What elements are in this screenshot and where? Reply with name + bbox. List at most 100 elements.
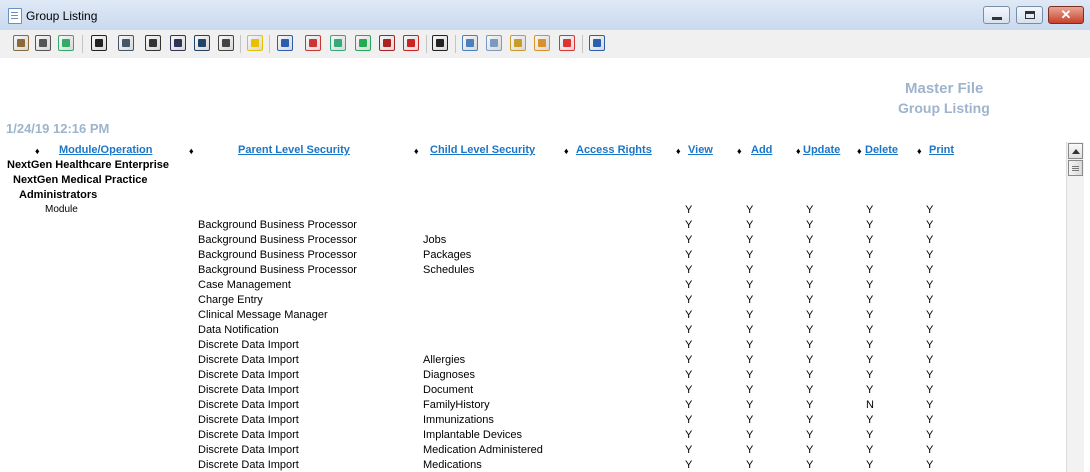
toolbar-separator (582, 35, 583, 53)
report-view: Master File Group Listing 1/24/19 12:16 … (0, 58, 1090, 472)
close-button[interactable]: ✕ (1048, 6, 1084, 24)
update-value: Y (806, 399, 814, 411)
print-value: Y (926, 399, 934, 411)
label-icon[interactable] (486, 35, 502, 51)
header-view[interactable]: View (688, 144, 713, 156)
module-update-value: Y (806, 204, 814, 216)
close-icon: ✕ (1060, 7, 1072, 22)
parent-level-cell: Discrete Data Import (198, 339, 299, 351)
parent-level-cell: Case Management (198, 279, 291, 291)
delete-value: Y (866, 279, 874, 291)
update-value: Y (806, 294, 814, 306)
chart-report-icon[interactable] (330, 35, 346, 51)
child-level-cell: Medication Administered (423, 444, 543, 456)
scroll-up-button[interactable] (1068, 143, 1083, 159)
minimize-button[interactable] (983, 6, 1010, 24)
sort-parent-icon[interactable]: ♦ (189, 146, 194, 156)
refresh-icon[interactable] (534, 35, 550, 51)
print-value: Y (926, 414, 934, 426)
bar-chart-icon[interactable] (305, 35, 321, 51)
header-module-operation[interactable]: Module/Operation (59, 144, 153, 156)
export-report-icon[interactable] (403, 35, 419, 51)
delete-value: Y (866, 444, 874, 456)
maximize-button[interactable] (1016, 6, 1043, 24)
vertical-scrollbar[interactable] (1066, 142, 1084, 472)
delete-value: Y (866, 414, 874, 426)
module-label: Module (45, 204, 78, 215)
export-icon[interactable] (118, 35, 134, 51)
child-level-cell: Diagnoses (423, 369, 475, 381)
date-icon[interactable] (194, 35, 210, 51)
header-child-level-security[interactable]: Child Level Security (430, 144, 535, 156)
sort-child-icon[interactable]: ♦ (414, 146, 419, 156)
header-print[interactable]: Print (929, 144, 954, 156)
zoom-icon[interactable] (58, 35, 74, 51)
notepad-icon[interactable] (510, 35, 526, 51)
list-icon[interactable] (462, 35, 478, 51)
barcode-icon[interactable] (145, 35, 161, 51)
toolbar-separator (455, 35, 456, 53)
report-icon[interactable] (379, 35, 395, 51)
form-icon[interactable] (170, 35, 186, 51)
print-icon[interactable] (35, 35, 51, 51)
sort-add-icon[interactable]: ♦ (737, 146, 742, 156)
update-value: Y (806, 369, 814, 381)
parent-level-cell: Charge Entry (198, 294, 263, 306)
sort-access-icon[interactable]: ♦ (564, 146, 569, 156)
cancel-icon[interactable] (559, 35, 575, 51)
print-preview-icon[interactable] (13, 35, 29, 51)
parent-level-cell: Clinical Message Manager (198, 309, 328, 321)
parent-level-cell: Discrete Data Import (198, 429, 299, 441)
chart-export-icon[interactable] (355, 35, 371, 51)
add-value: Y (746, 264, 754, 276)
parent-level-cell: Discrete Data Import (198, 444, 299, 456)
sort-view-icon[interactable]: ♦ (676, 146, 681, 156)
add-value: Y (746, 384, 754, 396)
sort-update-icon[interactable]: ♦ (796, 146, 801, 156)
exit-icon[interactable] (589, 35, 605, 51)
scroll-thumb[interactable] (1068, 160, 1083, 176)
print-value: Y (926, 459, 934, 471)
delete-value: Y (866, 354, 874, 366)
parent-level-cell: Discrete Data Import (198, 414, 299, 426)
header-parent-level-security[interactable]: Parent Level Security (238, 144, 350, 156)
view-value: Y (685, 219, 693, 231)
delete-value: Y (866, 294, 874, 306)
camera-icon[interactable] (432, 35, 448, 51)
checklist-icon[interactable] (277, 35, 293, 51)
print-value: Y (926, 354, 934, 366)
view-value: Y (685, 369, 693, 381)
update-value: Y (806, 324, 814, 336)
update-value: Y (806, 234, 814, 246)
delete-value: N (866, 399, 874, 411)
add-value: Y (746, 414, 754, 426)
sort-delete-icon[interactable]: ♦ (857, 146, 862, 156)
document-icon (8, 8, 22, 24)
view-value: Y (685, 234, 693, 246)
print-value: Y (926, 279, 934, 291)
toolbar-separator (82, 35, 83, 53)
report-subtitle: Group Listing (898, 100, 990, 116)
add-value: Y (746, 459, 754, 471)
update-value: Y (806, 219, 814, 231)
delete-value: Y (866, 264, 874, 276)
parent-level-cell: Background Business Processor (198, 219, 357, 231)
edit-icon[interactable] (218, 35, 234, 51)
lightning-icon[interactable] (247, 35, 263, 51)
header-add[interactable]: Add (751, 144, 772, 156)
child-level-cell: Medications (423, 459, 482, 471)
view-value: Y (685, 399, 693, 411)
sort-module-icon[interactable]: ♦ (35, 146, 40, 156)
header-access-rights[interactable]: Access Rights (576, 144, 652, 156)
header-delete[interactable]: Delete (865, 144, 898, 156)
parent-level-cell: Discrete Data Import (198, 384, 299, 396)
header-update[interactable]: Update (803, 144, 840, 156)
print-value: Y (926, 249, 934, 261)
update-value: Y (806, 279, 814, 291)
save-icon[interactable] (91, 35, 107, 51)
toolbar-separator (426, 35, 427, 53)
print-value: Y (926, 429, 934, 441)
update-value: Y (806, 309, 814, 321)
sort-print-icon[interactable]: ♦ (917, 146, 922, 156)
update-value: Y (806, 414, 814, 426)
